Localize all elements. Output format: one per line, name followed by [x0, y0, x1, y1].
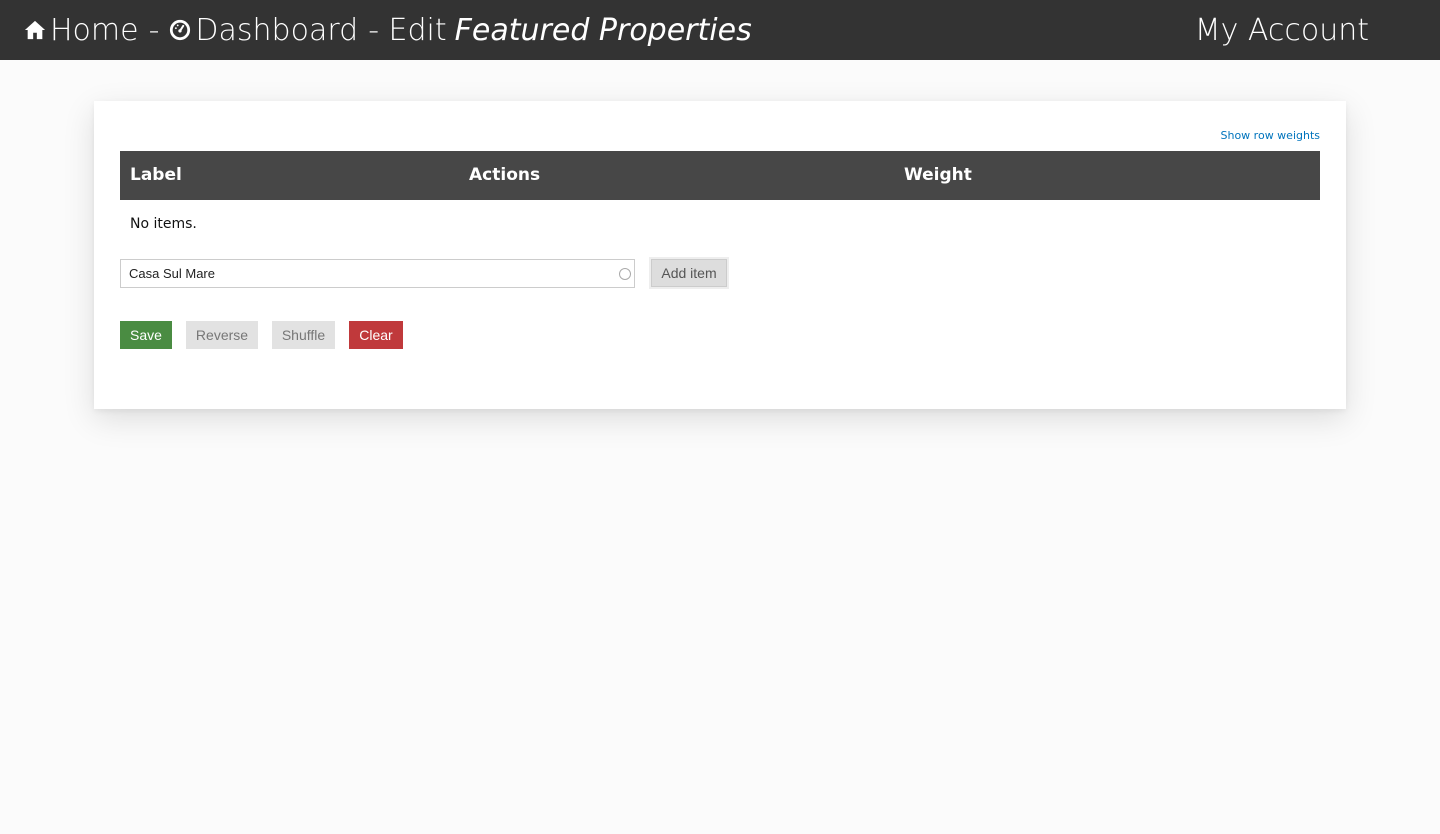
edit-label: - Edit [368, 12, 447, 48]
items-table-header: Label Actions Weight [120, 151, 1320, 200]
home-link[interactable]: Home [24, 13, 139, 48]
home-label: Home [50, 12, 139, 48]
column-header-actions: Actions [469, 165, 541, 185]
home-icon [24, 19, 46, 41]
my-account-link[interactable]: My Account [1195, 0, 1369, 60]
item-autocomplete-field [120, 259, 635, 288]
clear-button[interactable]: Clear [349, 321, 403, 349]
breadcrumb: Home - Dashboard - Edit Featured Propert… [24, 0, 752, 60]
save-button[interactable]: Save [120, 321, 172, 349]
column-header-weight: Weight [904, 165, 972, 185]
dashboard-gauge-icon [169, 19, 191, 41]
breadcrumb-separator: - [148, 12, 160, 48]
entityqueue-form-panel: Show row weights Label Actions Weight No… [94, 101, 1346, 409]
item-autocomplete-input[interactable] [121, 260, 601, 287]
top-toolbar: Home - Dashboard - Edit Featured Propert… [0, 0, 1440, 60]
add-item-button[interactable]: Add item [649, 257, 729, 289]
dashboard-label: Dashboard [195, 12, 359, 48]
column-header-label: Label [130, 165, 182, 185]
show-row-weights-link[interactable]: Show row weights [1221, 129, 1321, 142]
reverse-button[interactable]: Reverse [186, 321, 258, 349]
autocomplete-throbber-icon [619, 268, 631, 280]
dashboard-link[interactable]: Dashboard [169, 13, 358, 48]
shuffle-button[interactable]: Shuffle [272, 321, 335, 349]
page-title: Featured Properties [454, 12, 752, 48]
empty-table-message: No items. [130, 216, 197, 232]
